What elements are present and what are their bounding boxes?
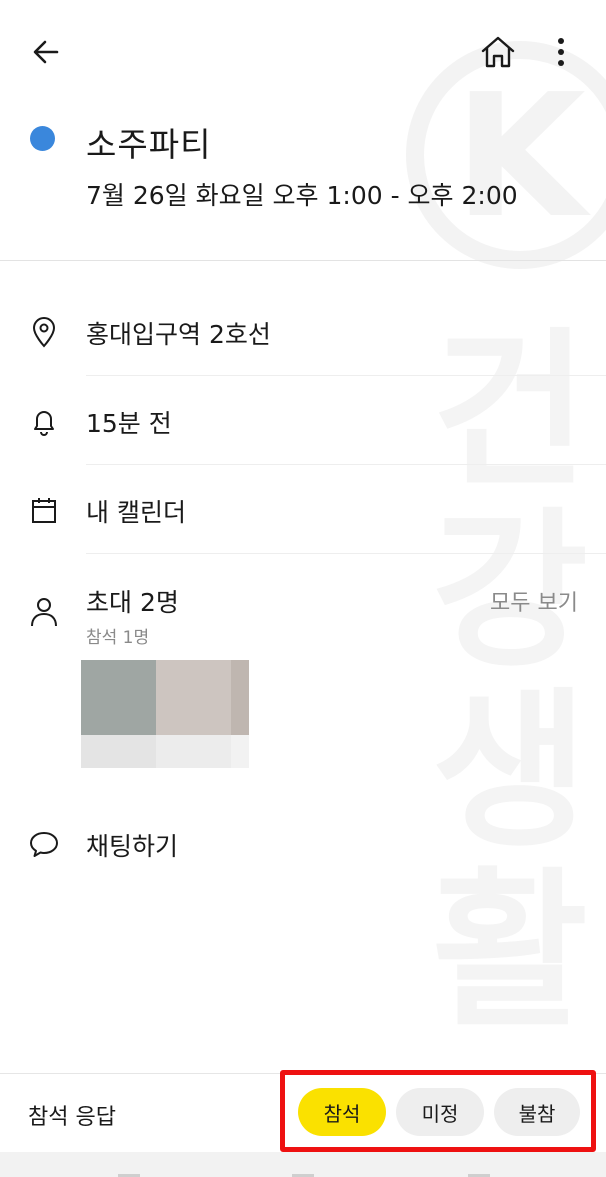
location-row[interactable]: 홍대입구역 2호선 <box>0 288 606 376</box>
home-button[interactable] <box>474 30 522 74</box>
divider <box>86 464 606 465</box>
rsvp-bar: 참석 응답 참석 미정 불참 <box>0 1070 606 1152</box>
event-datetime: 7월 26일 화요일 오후 1:00 - 오후 2:00 <box>86 181 518 210</box>
attending-count: 참석 1명 <box>86 628 150 648</box>
calendar-icon <box>32 498 56 523</box>
calendar-row[interactable]: 내 캘린더 <box>0 466 606 554</box>
person-icon <box>31 598 57 627</box>
location-label: 홍대입구역 2호선 <box>86 320 271 349</box>
calendar-color-dot <box>30 126 55 151</box>
divider <box>86 553 606 554</box>
event-title: 소주파티 <box>86 125 212 164</box>
reminder-row[interactable]: 15분 전 <box>0 377 606 465</box>
arrow-left-icon <box>33 40 59 64</box>
invitees-section: 초대 2명 참석 1명 모두 보기 <box>0 556 606 796</box>
rsvp-maybe-button[interactable]: 미정 <box>396 1088 484 1136</box>
divider <box>0 260 606 261</box>
location-pin-icon <box>32 317 56 348</box>
chat-label: 채팅하기 <box>86 832 179 861</box>
see-all-link[interactable]: 모두 보기 <box>490 585 578 617</box>
divider <box>86 375 606 376</box>
event-header: 소주파티 7월 26일 화요일 오후 1:00 - 오후 2:00 <box>0 104 606 260</box>
top-app-bar <box>0 0 606 104</box>
bell-icon <box>34 411 54 436</box>
chat-bubble-icon <box>30 832 58 857</box>
rsvp-accept-button[interactable]: 참석 <box>298 1088 386 1136</box>
calendar-label: 내 캘린더 <box>86 498 186 527</box>
chat-row[interactable]: 채팅하기 <box>0 800 606 888</box>
more-vertical-icon <box>558 38 564 66</box>
back-button[interactable] <box>24 30 68 74</box>
home-icon <box>481 36 515 68</box>
invitees-title: 초대 2명 <box>86 588 179 617</box>
invitee-avatar[interactable] <box>81 660 249 768</box>
more-options-button[interactable] <box>546 30 576 74</box>
reminder-label: 15분 전 <box>86 409 172 438</box>
rsvp-decline-button[interactable]: 불참 <box>494 1088 580 1136</box>
rsvp-label: 참석 응답 <box>28 1105 116 1130</box>
system-nav-bar <box>0 1152 606 1177</box>
